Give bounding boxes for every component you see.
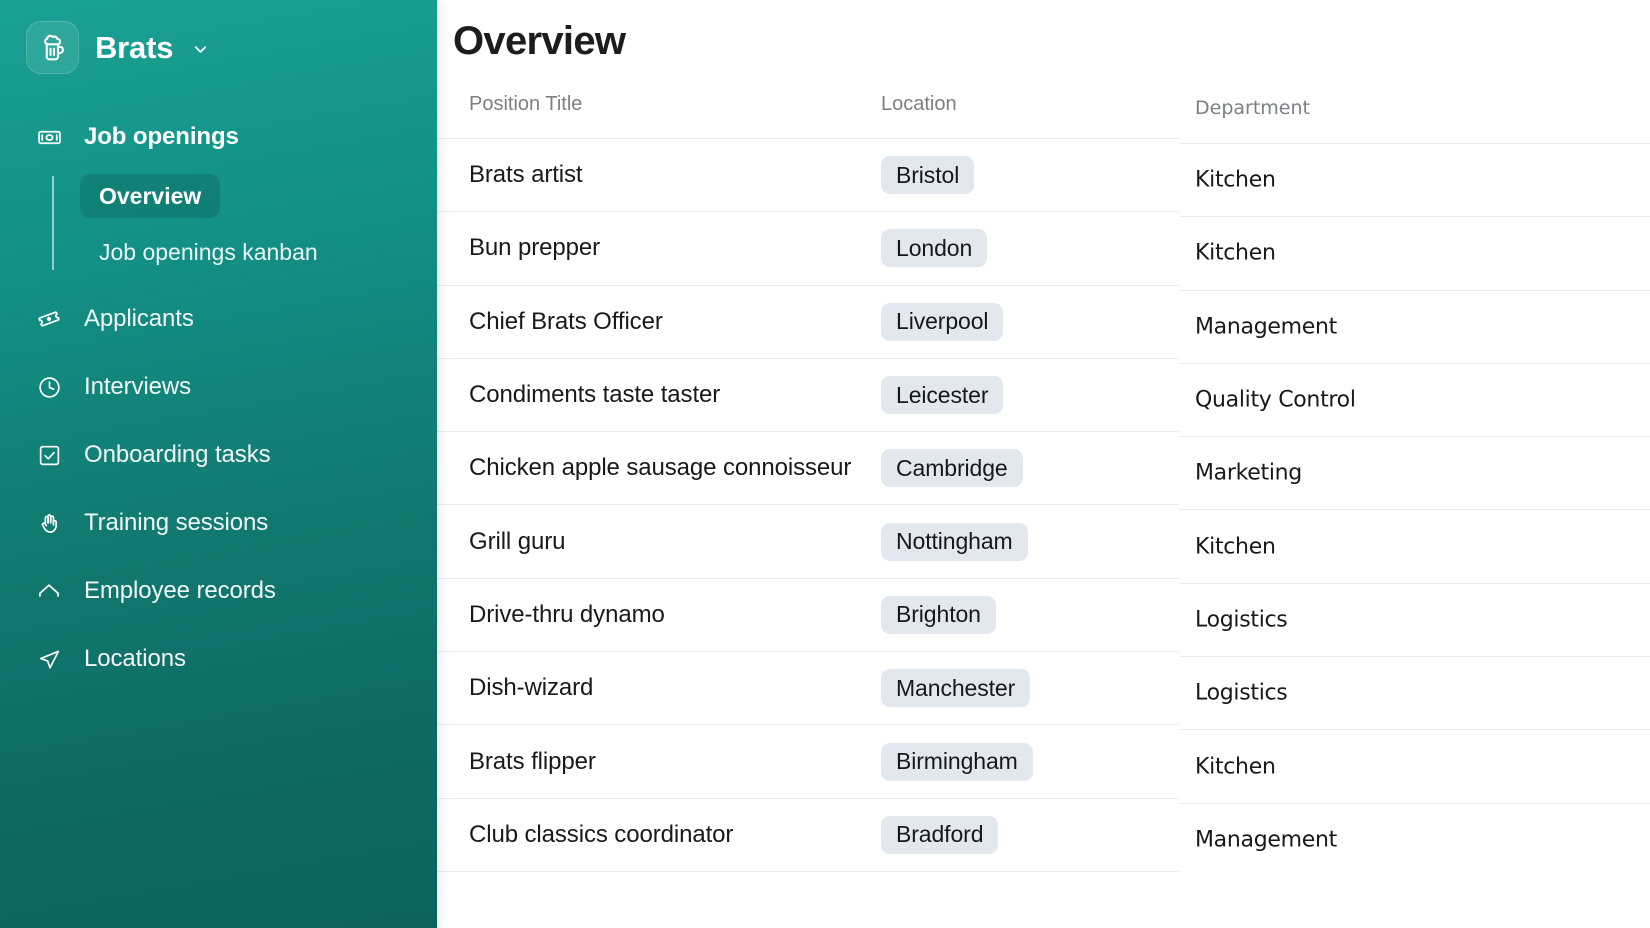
send-icon xyxy=(36,646,62,672)
column-header-location[interactable]: Location xyxy=(881,93,957,116)
cell-department: Management xyxy=(1195,827,1337,853)
department-header-row: Department xyxy=(1179,85,1650,143)
cell-position-title: Bun prepper xyxy=(469,234,600,262)
chevron-down-icon[interactable] xyxy=(191,40,210,59)
cell-department: Kitchen xyxy=(1195,754,1276,780)
sidebar-subitem-overview[interactable]: Overview xyxy=(80,174,437,218)
nav-gap xyxy=(0,478,437,500)
department-row[interactable]: Kitchen xyxy=(1179,509,1650,582)
cell-department: Quality Control xyxy=(1195,387,1356,413)
cell-location: London xyxy=(881,229,988,268)
sidebar-item-label: Employee records xyxy=(84,577,276,604)
location-badge: London xyxy=(881,229,988,268)
cell-position-title: Drive-thru dynamo xyxy=(469,600,665,628)
cell-department: Marketing xyxy=(1195,460,1302,486)
sidebar-subitem-label: Job openings kanban xyxy=(99,238,318,265)
cell-department: Kitchen xyxy=(1195,534,1276,560)
sidebar-item-label: Locations xyxy=(84,645,186,672)
department-row[interactable]: Quality Control xyxy=(1179,362,1650,436)
cell-location: Nottingham xyxy=(881,522,1028,561)
sidebar-item-training-sessions[interactable]: Training sessions xyxy=(0,500,437,546)
home-icon xyxy=(36,578,62,604)
workspace-name: Brats xyxy=(95,30,174,65)
sidebar-item-label: Applicants xyxy=(84,305,194,332)
cell-position-title: Club classics coordinator xyxy=(469,820,734,848)
app-root: Brats Job openings Overview Job openings… xyxy=(0,0,1650,928)
sidebar-subitem-job-openings-kanban[interactable]: Job openings kanban xyxy=(80,230,437,274)
nav-gap xyxy=(0,410,437,432)
beer-mug-icon xyxy=(26,21,79,74)
location-badge: Bradford xyxy=(881,815,999,854)
cell-location: Leicester xyxy=(881,376,1004,415)
cell-location: Cambridge xyxy=(881,449,1023,488)
department-row[interactable]: Kitchen xyxy=(1179,143,1650,216)
department-row[interactable]: Kitchen xyxy=(1179,729,1650,802)
cell-position-title: Chicken apple sausage connoisseur xyxy=(469,454,852,482)
cell-location: Manchester xyxy=(881,669,1031,708)
sidebar: Brats Job openings Overview Job openings… xyxy=(0,0,437,928)
location-badge: Liverpool xyxy=(881,302,1004,341)
ticket-icon xyxy=(36,306,62,332)
cell-department: Logistics xyxy=(1195,680,1288,706)
location-badge: Cambridge xyxy=(881,449,1023,488)
cell-department: Kitchen xyxy=(1195,240,1276,266)
cell-location: Birmingham xyxy=(881,742,1033,781)
department-row[interactable]: Management xyxy=(1179,802,1650,876)
location-badge: Birmingham xyxy=(881,742,1033,781)
banknote-icon xyxy=(36,124,62,150)
cell-position-title: Brats artist xyxy=(469,161,583,189)
cell-position-title: Brats flipper xyxy=(469,747,596,775)
clock-icon xyxy=(36,374,62,400)
sidebar-subitem-label: Overview xyxy=(80,174,221,218)
sidebar-item-label: Job openings xyxy=(84,123,239,150)
department-column-panel: Department Kitchen Kitchen Management Qu… xyxy=(1179,85,1650,876)
main-content: Overview Position Title Location Brats a… xyxy=(437,0,1650,928)
department-row[interactable]: Management xyxy=(1179,289,1650,363)
sidebar-item-interviews[interactable]: Interviews xyxy=(0,364,437,410)
cell-position-title: Condiments taste taster xyxy=(469,381,721,409)
nav-gap xyxy=(0,546,437,568)
sidebar-item-label: Interviews xyxy=(84,373,192,400)
department-row[interactable]: Logistics xyxy=(1179,656,1650,729)
cell-location: Bristol xyxy=(881,156,975,195)
column-header-position-title[interactable]: Position Title xyxy=(469,93,582,116)
sidebar-item-onboarding-tasks[interactable]: Onboarding tasks xyxy=(0,432,437,478)
cell-position-title: Chief Brats Officer xyxy=(469,307,663,335)
location-badge: Bristol xyxy=(881,156,975,195)
sidebar-item-applicants[interactable]: Applicants xyxy=(0,296,437,342)
nav-gap xyxy=(0,342,437,364)
sidebar-subnav: Overview Job openings kanban xyxy=(52,174,437,274)
column-header-department[interactable]: Department xyxy=(1195,97,1310,119)
cell-position-title: Dish-wizard xyxy=(469,674,594,702)
subnav-spacer xyxy=(80,218,437,230)
sidebar-item-locations[interactable]: Locations xyxy=(0,636,437,682)
department-row[interactable]: Kitchen xyxy=(1179,216,1650,289)
hand-icon xyxy=(36,510,62,536)
location-badge: Manchester xyxy=(881,669,1031,708)
sidebar-item-job-openings[interactable]: Job openings xyxy=(0,114,437,160)
nav-gap xyxy=(0,274,437,296)
cell-location: Bradford xyxy=(881,815,999,854)
page-title: Overview xyxy=(453,19,626,63)
cell-position-title: Grill guru xyxy=(469,527,566,555)
location-badge: Nottingham xyxy=(881,522,1028,561)
department-row[interactable]: Marketing xyxy=(1179,436,1650,509)
cell-location: Liverpool xyxy=(881,302,1004,341)
sidebar-item-employee-records[interactable]: Employee records xyxy=(0,568,437,614)
cell-department: Logistics xyxy=(1195,607,1288,633)
sidebar-nav: Job openings Overview Job openings kanba… xyxy=(0,114,437,682)
cell-department: Kitchen xyxy=(1195,167,1276,193)
sidebar-item-label: Onboarding tasks xyxy=(84,441,271,468)
cell-location: Brighton xyxy=(881,595,996,634)
checkbox-icon xyxy=(36,442,62,468)
cell-department: Management xyxy=(1195,314,1337,340)
workspace-switcher[interactable]: Brats xyxy=(0,0,437,74)
department-row[interactable]: Logistics xyxy=(1179,582,1650,656)
location-badge: Leicester xyxy=(881,376,1004,415)
sidebar-item-label: Training sessions xyxy=(84,509,269,536)
nav-gap xyxy=(0,614,437,636)
location-badge: Brighton xyxy=(881,595,996,634)
